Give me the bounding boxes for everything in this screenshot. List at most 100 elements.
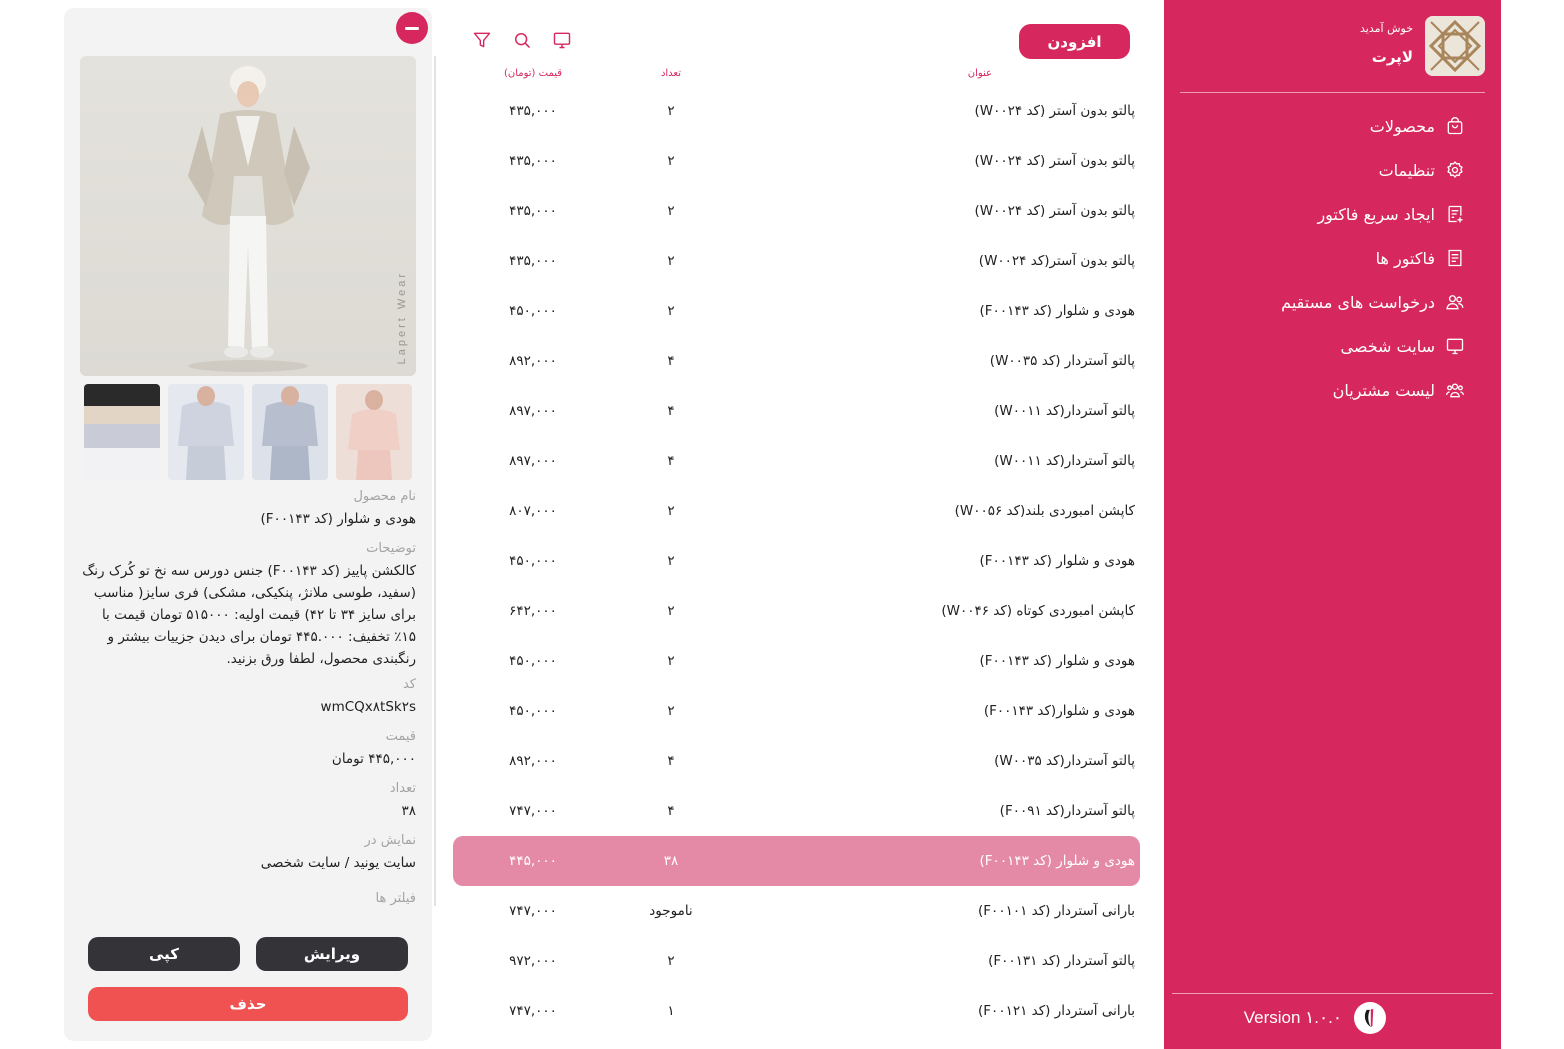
sidebar-nav: محصولات تنظیمات ایجاد سریع فاکتور فاکتور… [1175, 104, 1465, 412]
sidebar-item-customers[interactable]: لیست مشتریان [1175, 368, 1465, 412]
value-code: wmCQx۸tSk۲s [320, 699, 416, 715]
thumbnail-white[interactable] [168, 384, 244, 480]
product-detail-panel: Lapert Wear نام محصول هودی و شلوار (کد F… [64, 8, 436, 1041]
cell-title: هودی و شلوار (کد F۰۰۱۴۳) [979, 653, 1135, 669]
table-row[interactable]: بارانی آستردار (کد F۰۰۱۰۱) ناموجود ۷۴۷,۰۰۰ [453, 886, 1140, 936]
sidebar-item-personal-site[interactable]: سایت شخصی [1175, 324, 1465, 368]
scrollbar[interactable] [434, 56, 436, 906]
gear-icon [1445, 160, 1465, 180]
search-icon[interactable] [512, 30, 532, 50]
table-row[interactable]: پالتو بدون آستر (کد W۰۰۲۴) ۲ ۴۳۵,۰۰۰ [453, 136, 1140, 186]
cell-price: ۷۴۷,۰۰۰ [509, 803, 557, 819]
sidebar-item-quick-invoice[interactable]: ایجاد سریع فاکتور [1175, 192, 1465, 236]
cell-title: کاپشن امبوردی کوتاه (کد W۰۰۴۶) [941, 603, 1135, 619]
delete-button[interactable]: حذف [88, 987, 408, 1021]
copy-button[interactable]: کپی [88, 937, 240, 971]
sidebar-item-label: سایت شخصی [1340, 336, 1435, 356]
cell-price: ۴۵۰,۰۰۰ [509, 553, 557, 569]
table-row[interactable]: پالتو بدون آستر(کد W۰۰۲۴) ۲ ۴۳۵,۰۰۰ [453, 236, 1140, 286]
cell-title: پالتو آستردار(کد W۰۰۱۱) [994, 403, 1135, 419]
cell-quantity: ۱ [667, 1003, 675, 1019]
image-watermark: Lapert Wear [396, 271, 408, 365]
table-row[interactable]: پالتو آستردار(کد W۰۰۱۱) ۴ ۸۹۷,۰۰۰ [453, 436, 1140, 486]
column-header-quantity[interactable]: تعداد [643, 68, 699, 79]
thumbnail-gray[interactable] [252, 384, 328, 480]
table-row[interactable]: هودی و شلوار(کد F۰۰۱۴۳) ۲ ۴۵۰,۰۰۰ [453, 686, 1140, 736]
thumbnail-pink[interactable] [336, 384, 412, 480]
sidebar-item-settings[interactable]: تنظیمات [1175, 148, 1465, 192]
cell-quantity: ۲ [667, 553, 675, 569]
cell-price: ۸۹۲,۰۰۰ [509, 753, 557, 769]
brand: خوش آمدید لاپرت [1180, 16, 1485, 76]
cell-quantity: ۴ [667, 403, 675, 419]
sidebar-item-direct-requests[interactable]: درخواست های مستقیم [1175, 280, 1465, 324]
table-row[interactable]: پالتو بدون آستر (کد W۰۰۲۴) ۲ ۴۳۵,۰۰۰ [453, 186, 1140, 236]
brand-name: لاپرت [1371, 48, 1413, 66]
product-table-area: افزودن عنوان تعداد قیمت (تومان) پالتو بد… [453, 0, 1140, 1049]
table-row-selected[interactable]: هودی و شلوار (کد F۰۰۱۴۳) ۳۸ ۴۴۵,۰۰۰ [453, 836, 1140, 886]
table-row[interactable]: هودی و شلوار (کد F۰۰۱۴۳) ۲ ۴۵۰,۰۰۰ [453, 636, 1140, 686]
table-row[interactable]: پالتو آستردار(کد W۰۰۱۱) ۴ ۸۹۷,۰۰۰ [453, 386, 1140, 436]
monitor-icon[interactable] [552, 30, 572, 50]
cell-title: پالتو آستردار(کد F۰۰۹۱) [999, 803, 1135, 819]
filter-icon[interactable] [472, 30, 492, 50]
product-main-image[interactable]: Lapert Wear [80, 56, 416, 376]
cell-price: ۷۴۷,۰۰۰ [509, 903, 557, 919]
cell-quantity: ۲ [667, 653, 675, 669]
brand-logo[interactable] [1425, 16, 1485, 76]
column-header-title[interactable]: عنوان [968, 68, 992, 79]
users-icon [1445, 292, 1465, 312]
cell-quantity: ۴ [667, 353, 675, 369]
sidebar-item-label: فاکتور ها [1375, 248, 1435, 268]
cell-quantity: ۲ [667, 603, 675, 619]
table-row[interactable]: پالتو آستردار (کد W۰۰۳۵) ۴ ۸۹۲,۰۰۰ [453, 336, 1140, 386]
value-product-name: هودی و شلوار (کد F۰۰۱۴۳) [260, 511, 416, 527]
cell-quantity: ناموجود [649, 903, 693, 919]
edit-button[interactable]: ویرایش [256, 937, 408, 971]
sidebar-item-products[interactable]: محصولات [1175, 104, 1465, 148]
table-row[interactable]: هودی و شلوار (کد F۰۰۱۴۳) ۲ ۴۵۰,۰۰۰ [453, 286, 1140, 336]
table-body: پالتو بدون آستر (کد W۰۰۲۴) ۲ ۴۳۵,۰۰۰ پالتو… [453, 86, 1140, 1036]
label-price: قیمت [385, 729, 416, 744]
table-row[interactable]: پالتو آستردار (کد F۰۰۱۳۱) ۲ ۹۷۲,۰۰۰ [453, 936, 1140, 986]
add-button[interactable]: افزودن [1019, 24, 1130, 59]
cell-title: کاپشن امبوردی بلند(کد W۰۰۵۶) [954, 503, 1135, 519]
divider [1180, 92, 1485, 93]
label-quantity: تعداد [389, 781, 416, 796]
invoice-icon [1445, 248, 1465, 268]
sidebar-item-invoices[interactable]: فاکتور ها [1175, 236, 1465, 280]
cell-price: ۴۳۵,۰۰۰ [509, 253, 557, 269]
cell-title: پالتو بدون آستر (کد W۰۰۲۴) [974, 153, 1135, 169]
cell-quantity: ۲ [667, 703, 675, 719]
table-row[interactable]: کاپشن امبوردی بلند(کد W۰۰۵۶) ۲ ۸۰۷,۰۰۰ [453, 486, 1140, 536]
welcome-text: خوش آمدید [1360, 22, 1413, 35]
cell-price: ۸۹۷,۰۰۰ [509, 453, 557, 469]
table-row[interactable]: بارانی آستردار (کد F۰۰۱۲۱) ۱ ۷۴۷,۰۰۰ [453, 986, 1140, 1036]
value-description: کالکشن پاییز (کد F۰۰۱۴۳) جنس دورس سه نخ … [82, 563, 416, 667]
invoice-add-icon [1445, 204, 1465, 224]
table-row[interactable]: پالتو آستردار(کد W۰۰۳۵) ۴ ۸۹۲,۰۰۰ [453, 736, 1140, 786]
table-row[interactable]: هودی و شلوار (کد F۰۰۱۴۳) ۲ ۴۵۰,۰۰۰ [453, 536, 1140, 586]
app-logo-icon [1354, 1002, 1386, 1034]
sidebar-item-label: لیست مشتریان [1332, 380, 1435, 400]
sidebar-item-label: تنظیمات [1378, 160, 1435, 180]
cell-quantity: ۴ [667, 803, 675, 819]
cell-title: پالتو آستردار (کد W۰۰۳۵) [989, 353, 1135, 369]
cell-title: بارانی آستردار (کد F۰۰۱۰۱) [978, 903, 1135, 919]
collapse-button[interactable] [396, 12, 428, 44]
value-display-in: سایت یونید / سایت شخصی [260, 855, 416, 871]
thumbnail-folded[interactable] [84, 384, 160, 480]
cell-quantity: ۲ [667, 303, 675, 319]
product-fields: نام محصول هودی و شلوار (کد F۰۰۱۴۳) توضیح… [80, 486, 416, 910]
label-product-name: نام محصول [353, 489, 416, 504]
cell-title: پالتو آستردار (کد F۰۰۱۳۱) [988, 953, 1135, 969]
cell-title: پالتو آستردار(کد W۰۰۱۱) [994, 453, 1135, 469]
label-filters: فیلتر ها [375, 891, 417, 906]
column-header-price[interactable]: قیمت (تومان) [493, 68, 573, 79]
thumbnail-strip [84, 384, 412, 480]
table-row[interactable]: کاپشن امبوردی کوتاه (کد W۰۰۴۶) ۲ ۶۴۲,۰۰۰ [453, 586, 1140, 636]
table-row[interactable]: پالتو بدون آستر (کد W۰۰۲۴) ۲ ۴۳۵,۰۰۰ [453, 86, 1140, 136]
cell-price: ۸۰۷,۰۰۰ [509, 503, 557, 519]
sidebar: خوش آمدید لاپرت محصولات تنظیمات ایجاد سر… [1164, 0, 1501, 1049]
table-row[interactable]: پالتو آستردار(کد F۰۰۹۱) ۴ ۷۴۷,۰۰۰ [453, 786, 1140, 836]
